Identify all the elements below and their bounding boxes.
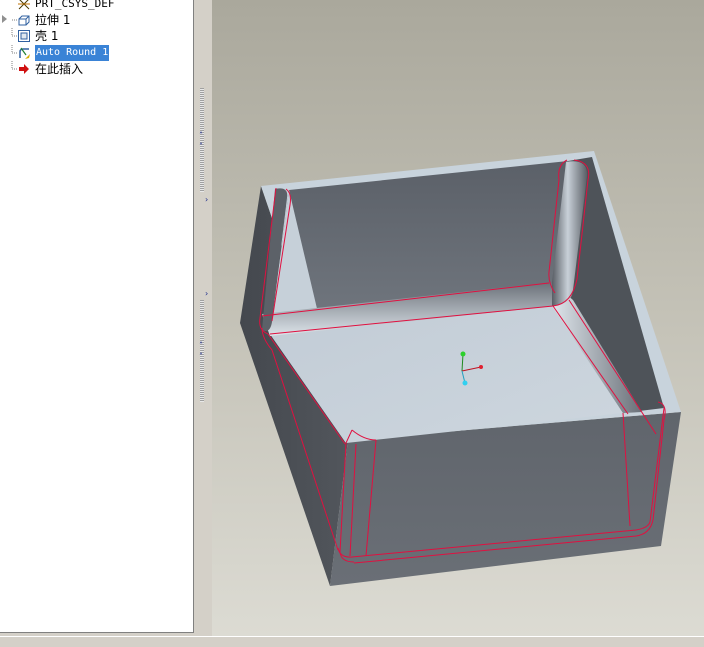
status-bar <box>0 636 704 647</box>
tree-item-label: PRT_CSYS_DEF <box>35 0 115 10</box>
collapse-up-arrow-icon[interactable]: ˄ <box>199 353 203 361</box>
tree-item-extrude[interactable]: 拉伸 1 <box>0 12 193 28</box>
tree-item-prt-csys-def[interactable]: PRT_CSYS_DEF <box>0 0 193 12</box>
box-body <box>240 151 681 586</box>
tree-item-insert-here[interactable]: 在此插入 <box>0 61 193 77</box>
tree-item-shell[interactable]: 壳 1 <box>0 28 193 44</box>
collapse-up-arrow-icon[interactable]: ˄ <box>199 342 203 350</box>
graphics-viewport[interactable] <box>212 0 704 636</box>
tree-item-label: Auto Round 1 <box>35 45 110 61</box>
round-icon <box>19 47 30 59</box>
shell-icon <box>18 30 30 42</box>
collapse-up-arrow-icon[interactable]: ˄ <box>199 143 203 151</box>
splitter-grip[interactable] <box>200 300 204 402</box>
insert-arrow-icon <box>19 64 29 74</box>
splitter-grip[interactable] <box>200 88 204 192</box>
tree-item-label: 在此插入 <box>35 62 84 76</box>
collapse-up-arrow-icon[interactable]: ˄ <box>199 132 203 140</box>
tree-item-label: 壳 1 <box>35 29 59 43</box>
model-tree-panel: PRT_CSYS_DEF 拉伸 1 壳 1 Auto Round 1 在此插入 <box>0 0 194 633</box>
expand-right-arrow-icon[interactable]: › <box>205 290 208 298</box>
tree-item-label: 拉伸 1 <box>35 13 71 27</box>
extrude-icon <box>18 15 30 26</box>
tree-item-auto-round[interactable]: Auto Round 1 <box>0 45 193 61</box>
csys-icon <box>18 0 30 10</box>
expand-right-arrow-icon[interactable]: › <box>205 196 208 204</box>
panel-splitter[interactable]: ˄ ˄ › › ˄ ˄ <box>194 0 211 632</box>
model-3d-view[interactable] <box>212 0 704 636</box>
